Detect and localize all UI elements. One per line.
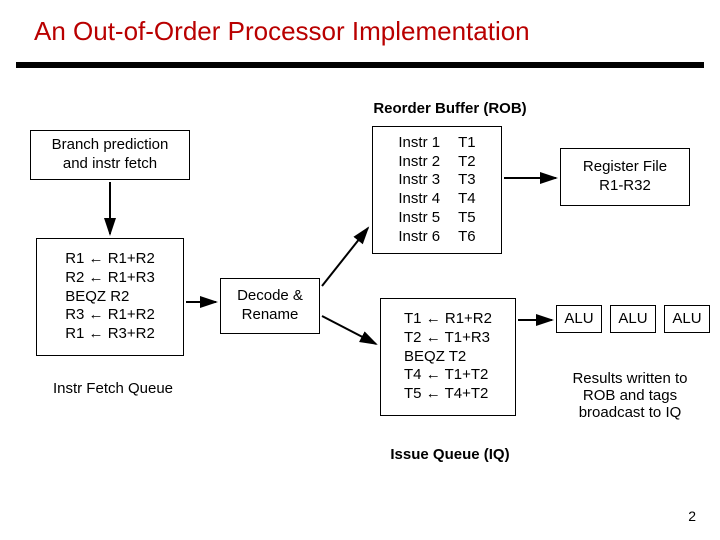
fetch-instr-list: R1 ← R1+R2R2 ← R1+R3BEQZ R2R3 ← R1+R2R1 …	[65, 250, 155, 344]
alu-box-2: ALU	[610, 305, 656, 333]
alu-box-1: ALU	[556, 305, 602, 333]
iq-instr-list: T1 ← R1+R2T2 ← T1+R3BEQZ T2T4 ← T1+T2T5 …	[404, 310, 492, 404]
ifq-label: Instr Fetch Queue	[28, 380, 198, 397]
register-file-box: Register File R1-R32	[560, 148, 690, 206]
rob-box: Instr 1Instr 2Instr 3Instr 4Instr 5Instr…	[372, 126, 502, 254]
rob-instr-col: Instr 1Instr 2Instr 3Instr 4Instr 5Instr…	[398, 134, 440, 247]
results-label: Results written to ROB and tags broadcas…	[550, 370, 710, 421]
fetch-queue-box: R1 ← R1+R2R2 ← R1+R3BEQZ R2R3 ← R1+R2R1 …	[36, 238, 184, 356]
issue-queue-box: T1 ← R1+R2T2 ← T1+R3BEQZ T2T4 ← T1+T2T5 …	[380, 298, 516, 416]
title-rule	[16, 62, 704, 68]
iq-label: Issue Queue (IQ)	[370, 446, 530, 463]
decode-rename-box: Decode & Rename	[220, 278, 320, 334]
slide-title: An Out-of-Order Processor Implementation	[34, 16, 530, 47]
rob-label: Reorder Buffer (ROB)	[340, 100, 560, 117]
alu-box-3: ALU	[664, 305, 710, 333]
page-number: 2	[688, 508, 696, 524]
rob-tag-col: T1T2T3T4T5T6	[458, 134, 476, 247]
branch-prediction-box: Branch prediction and instr fetch	[30, 130, 190, 180]
